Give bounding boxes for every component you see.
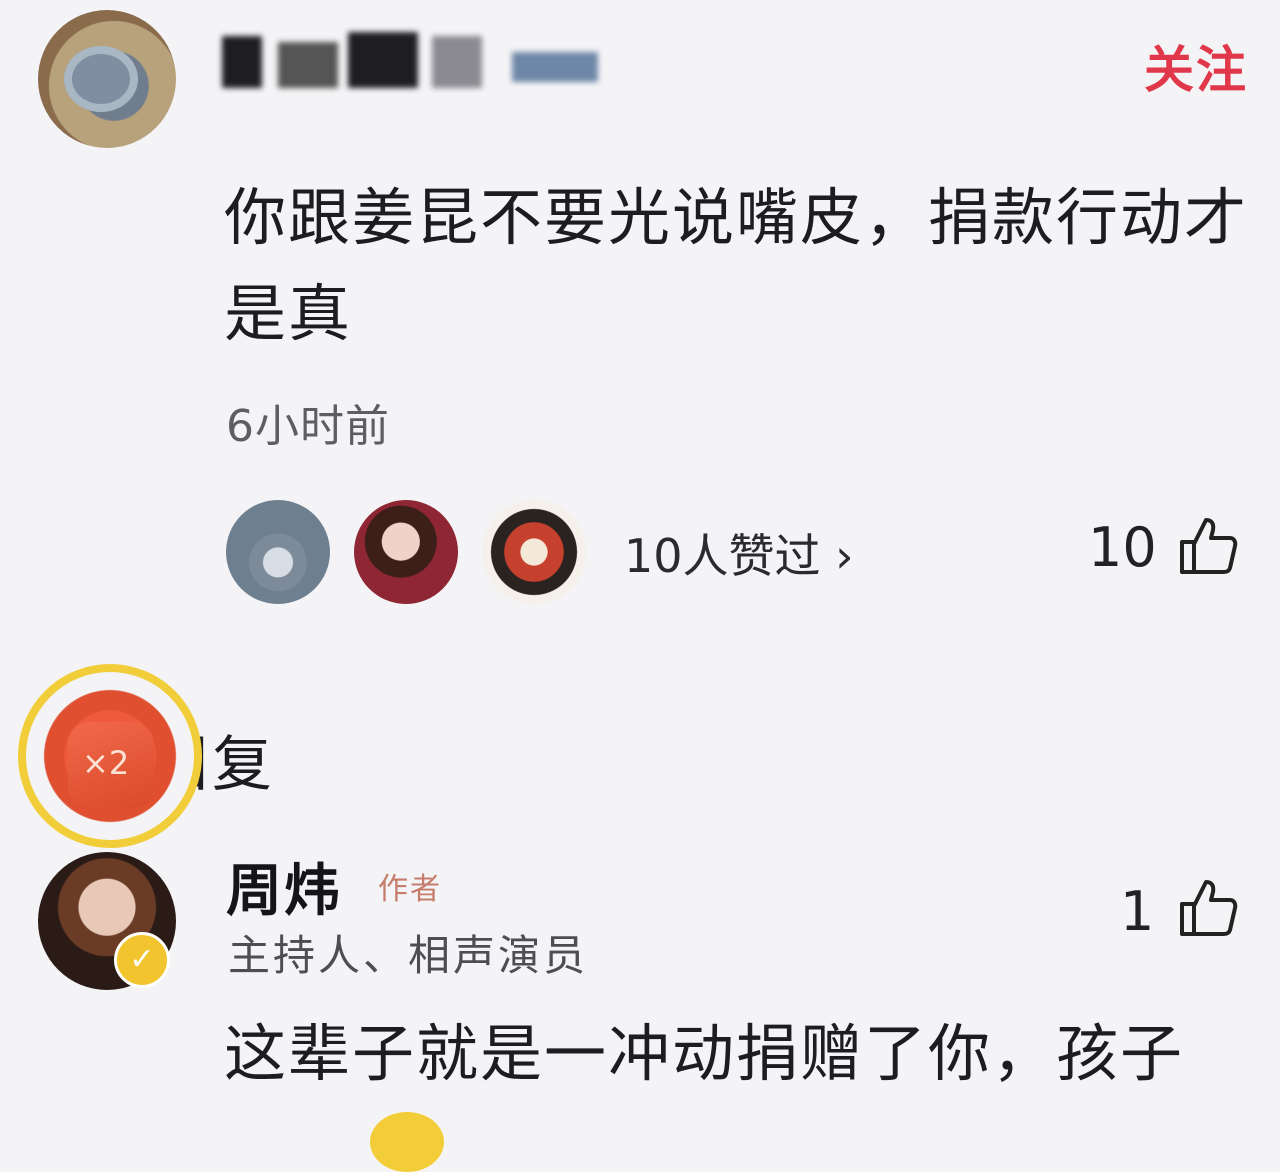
thumbs-up-icon[interactable] xyxy=(1176,876,1240,940)
reply-text: 这辈子就是一冲动捐赠了你，孩子 xyxy=(224,1017,1185,1090)
commenter-name-blurred xyxy=(222,28,602,98)
author-name[interactable]: 周炜 xyxy=(226,846,342,927)
like-count: 10 xyxy=(1088,516,1157,579)
follow-button[interactable]: 关注 xyxy=(1144,30,1248,102)
author-tag: 作者 xyxy=(378,872,442,907)
liker-avatar[interactable] xyxy=(226,500,330,604)
thumbs-up-icon[interactable] xyxy=(1176,514,1240,578)
emoji-icon xyxy=(370,1112,444,1172)
liker-avatar[interactable] xyxy=(354,500,458,604)
check-icon: ✓ xyxy=(114,932,170,988)
comment-text: 你跟姜昆不要光说嘴皮，捐款行动才是真 xyxy=(224,181,1249,350)
gift-badge-count: ×2 xyxy=(82,744,130,782)
comment-timestamp: 6小时前 xyxy=(226,401,390,452)
liker-avatar[interactable] xyxy=(482,500,586,604)
author-title: 主持人、相声演员 xyxy=(228,931,589,980)
commenter-avatar[interactable] xyxy=(38,10,176,148)
likes-summary-link[interactable]: 10人赞过 › xyxy=(624,520,854,586)
reply-like-count: 1 xyxy=(1120,880,1155,943)
